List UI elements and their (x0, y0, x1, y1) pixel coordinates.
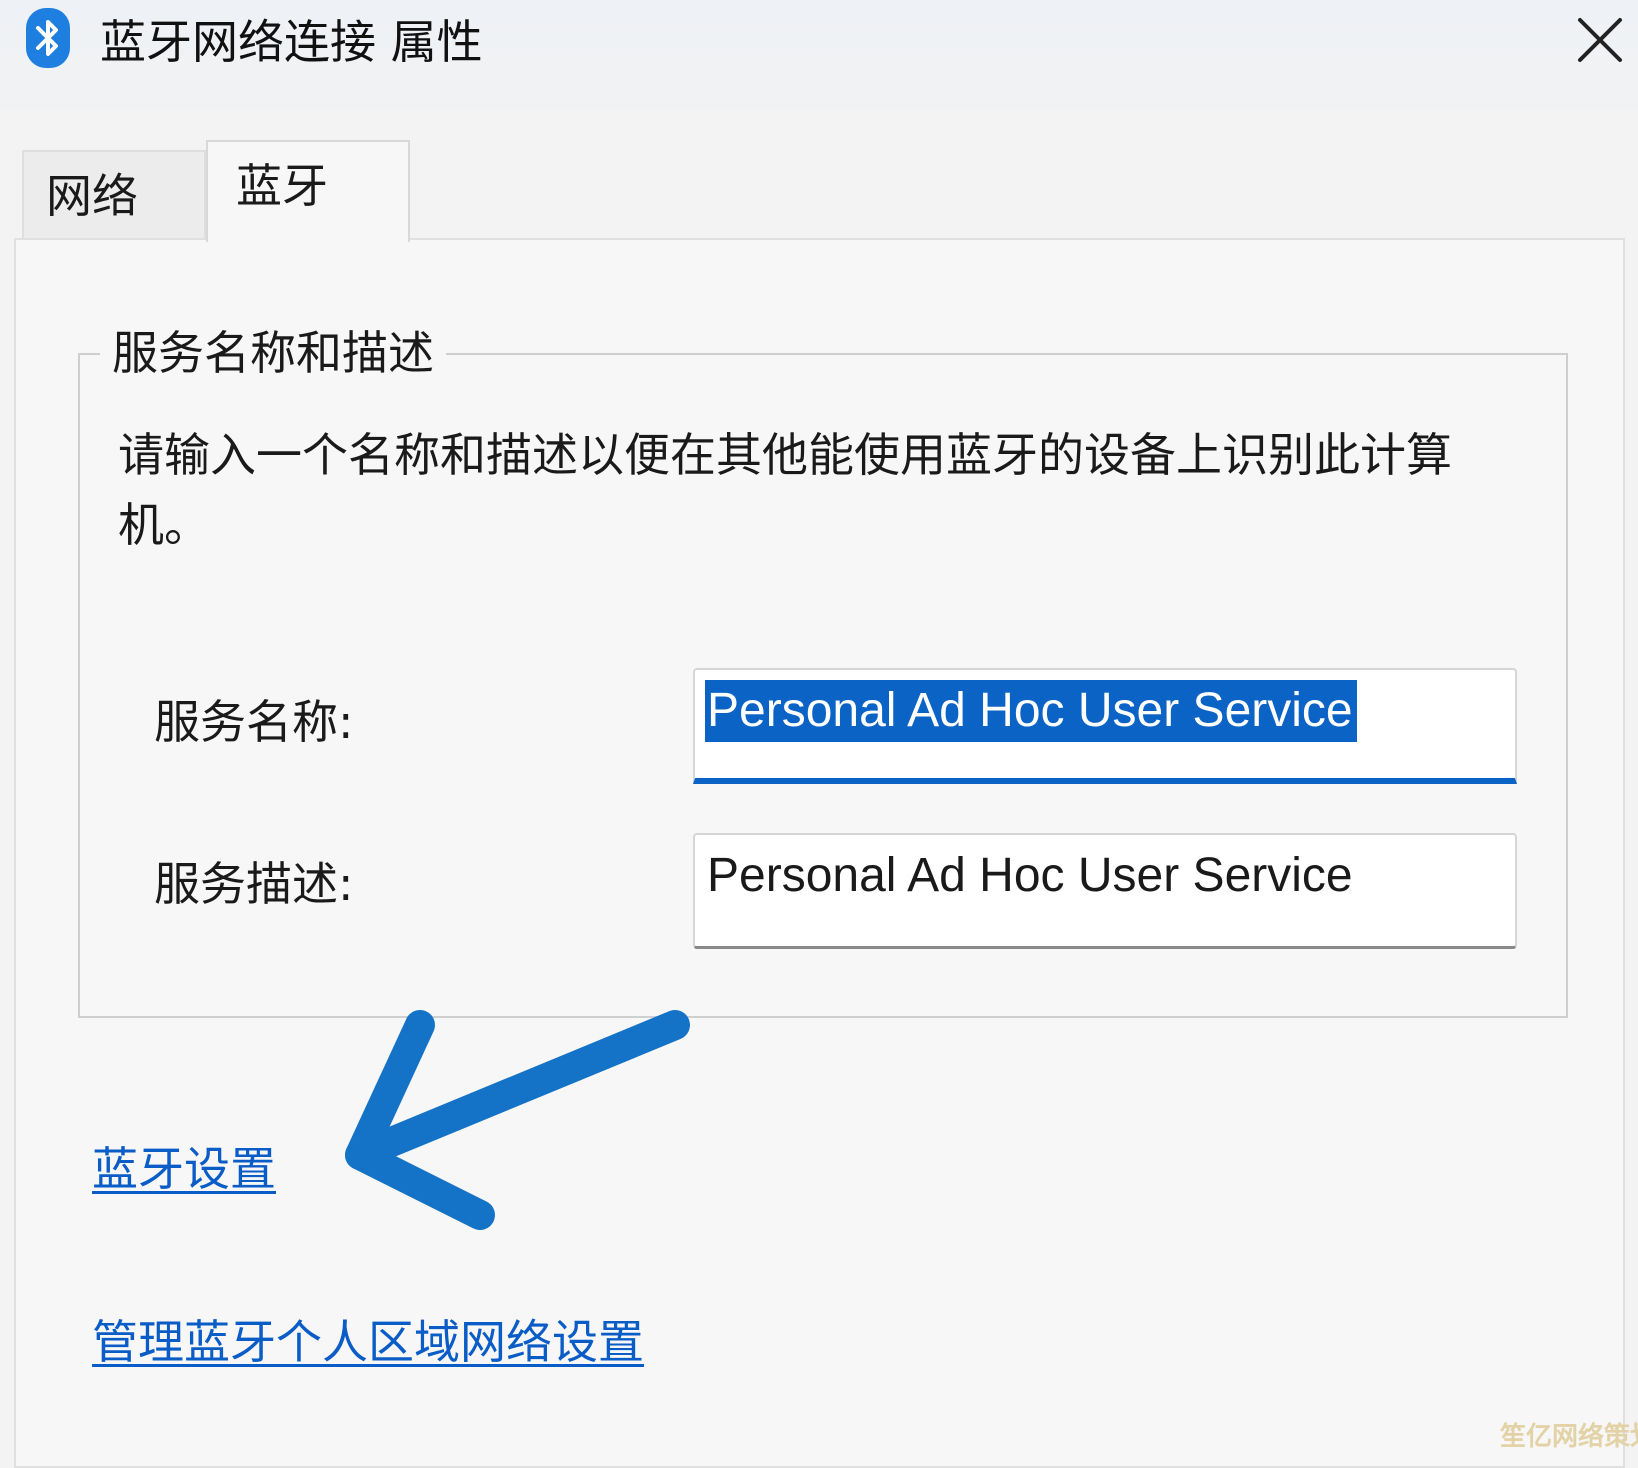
tab-network-label: 网络 (46, 169, 138, 223)
service-description-label: 服务描述: (154, 857, 354, 911)
watermark: 笙亿网络策划 (1500, 1422, 1638, 1452)
service-name-label: 服务名称: (154, 695, 354, 749)
service-name-input[interactable]: Personal Ad Hoc User Service (693, 668, 1517, 784)
service-name-value: Personal Ad Hoc User Service (705, 680, 1357, 742)
close-icon[interactable] (1572, 12, 1628, 68)
bluetooth-icon (26, 8, 70, 68)
title-bar: 蓝牙网络连接 属性 (0, 0, 1638, 110)
tab-bluetooth[interactable]: 蓝牙 (206, 140, 410, 242)
window-title: 蓝牙网络连接 属性 (100, 15, 483, 69)
group-description: 请输入一个名称和描述以便在其他能使用蓝牙的设备上识别此计算机。 (118, 428, 1452, 552)
tab-network[interactable]: 网络 (22, 150, 206, 238)
service-description-value: Personal Ad Hoc User Service (707, 849, 1353, 902)
annotation-arrow-icon (345, 1010, 690, 1230)
tab-bluetooth-label: 蓝牙 (236, 159, 328, 213)
group-legend: 服务名称和描述 (100, 318, 446, 388)
bluetooth-settings-link[interactable]: 蓝牙设置 (92, 1137, 276, 1201)
service-description-input[interactable]: Personal Ad Hoc User Service (693, 833, 1517, 949)
manage-pan-settings-link[interactable]: 管理蓝牙个人区域网络设置 (92, 1310, 644, 1374)
